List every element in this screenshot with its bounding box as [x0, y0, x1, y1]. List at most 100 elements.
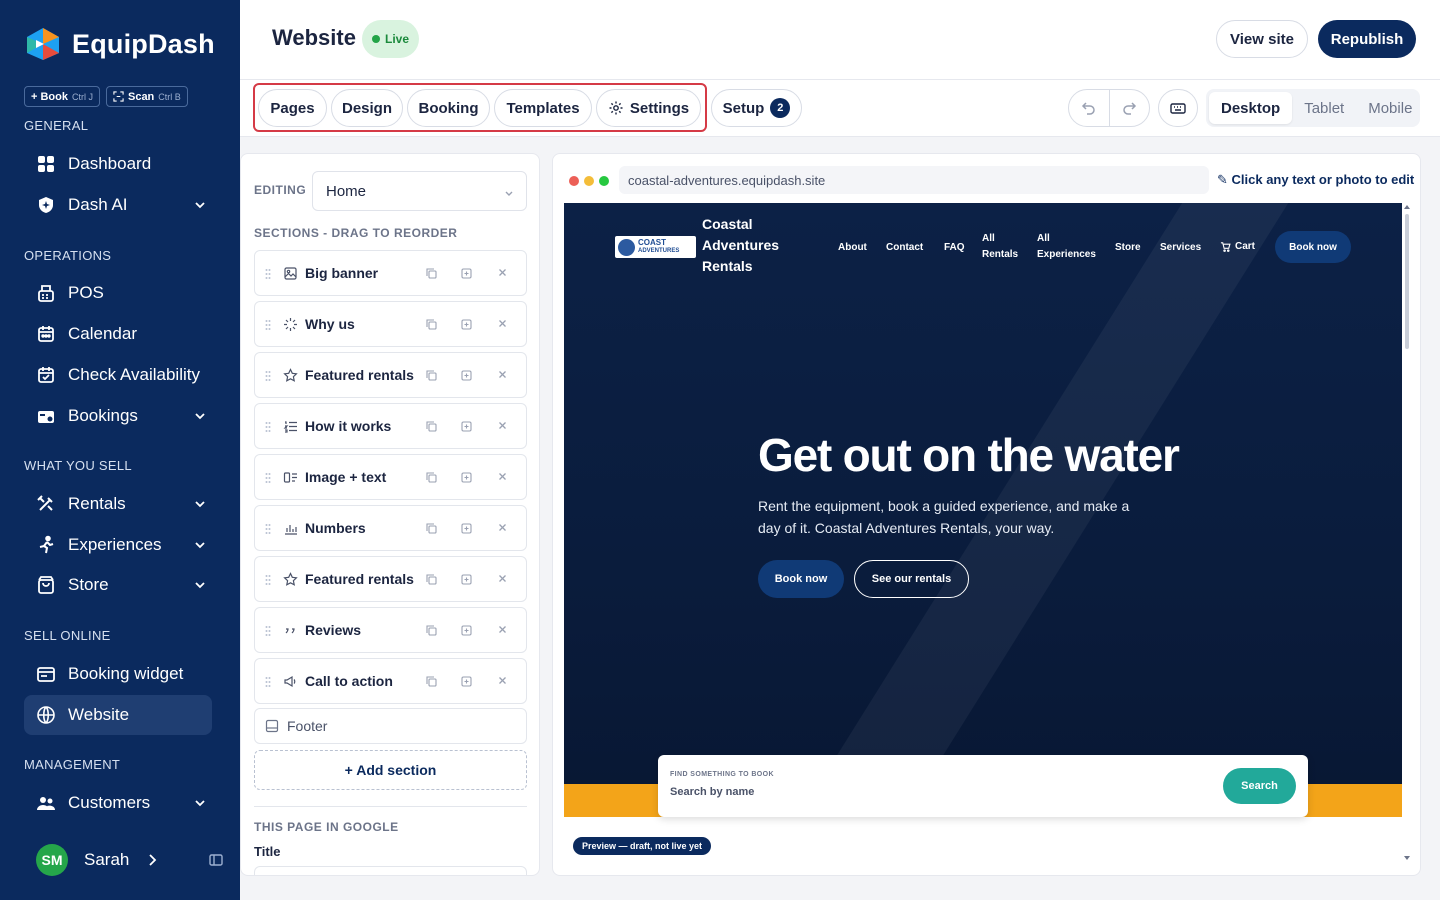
tab-setup[interactable]: Setup 2 — [711, 89, 802, 127]
sidebar-item-check-availability[interactable]: Check Availability — [24, 355, 212, 395]
hero-see-rentals-button[interactable]: See our rentals — [854, 560, 969, 598]
settings-square-icon[interactable] — [460, 624, 473, 637]
section-card[interactable]: Why us — [254, 301, 527, 347]
site-nav-cart[interactable]: Cart — [1220, 241, 1255, 252]
sidebar-item-customers[interactable]: Customers — [24, 783, 212, 823]
section-card[interactable]: Image + text — [254, 454, 527, 500]
site-logo[interactable]: COAST ADVENTURES — [615, 236, 696, 258]
preview-scrollbar[interactable] — [1404, 204, 1411, 864]
settings-square-icon[interactable] — [460, 522, 473, 535]
sidebar-collapse-icon[interactable] — [208, 852, 224, 868]
close-icon[interactable] — [496, 317, 509, 330]
duplicate-icon[interactable] — [425, 573, 438, 586]
duplicate-icon[interactable] — [425, 522, 438, 535]
duplicate-icon[interactable] — [425, 675, 438, 688]
section-card[interactable]: Reviews — [254, 607, 527, 653]
settings-square-icon[interactable] — [460, 369, 473, 382]
scroll-down-icon[interactable] — [1404, 855, 1410, 861]
close-icon[interactable] — [496, 623, 509, 636]
drag-handle-icon[interactable] — [265, 268, 271, 280]
quick-scan-button[interactable]: Scan Ctrl B — [105, 86, 188, 107]
tab-templates[interactable]: Templates — [494, 89, 592, 127]
sidebar-item-website[interactable]: Website — [24, 695, 212, 735]
duplicate-icon[interactable] — [425, 369, 438, 382]
device-desktop[interactable]: Desktop — [1209, 92, 1293, 124]
scroll-up-icon[interactable] — [1404, 204, 1410, 210]
brand[interactable]: EquipDash — [24, 26, 215, 62]
site-nav-services[interactable]: Services — [1160, 203, 1201, 291]
republish-button[interactable]: Republish — [1318, 20, 1416, 58]
page-select[interactable]: Home — [312, 171, 527, 211]
tab-settings[interactable]: Settings — [596, 89, 701, 127]
site-name[interactable]: Coastal Adventures Rentals — [702, 214, 802, 277]
device-mobile[interactable]: Mobile — [1356, 92, 1424, 124]
drag-handle-icon[interactable] — [265, 319, 271, 331]
site-nav-about[interactable]: About — [838, 203, 867, 291]
duplicate-icon[interactable] — [425, 624, 438, 637]
hero-subtitle[interactable]: Rent the equipment, book a guided experi… — [758, 495, 1146, 539]
hero-book-now-button[interactable]: Book now — [758, 560, 844, 598]
site-preview[interactable]: COAST ADVENTURES Coastal Adventures Rent… — [564, 203, 1402, 863]
site-nav-contact[interactable]: Contact — [886, 203, 923, 291]
duplicate-icon[interactable] — [425, 471, 438, 484]
footer-section[interactable]: Footer — [254, 708, 527, 744]
settings-square-icon[interactable] — [460, 318, 473, 331]
tab-design[interactable]: Design — [331, 89, 403, 127]
close-icon[interactable] — [496, 572, 509, 585]
user-menu[interactable]: SM Sarah — [36, 844, 226, 876]
close-icon[interactable] — [496, 266, 509, 279]
sidebar-item-calendar[interactable]: Calendar — [24, 314, 212, 354]
close-icon[interactable] — [496, 470, 509, 483]
drag-handle-icon[interactable] — [265, 523, 271, 535]
drag-handle-icon[interactable] — [265, 370, 271, 382]
quick-book-button[interactable]: + Book Ctrl J — [24, 86, 100, 107]
keyboard-shortcuts-button[interactable] — [1158, 89, 1198, 127]
site-nav-store[interactable]: Store — [1115, 203, 1141, 291]
drag-handle-icon[interactable] — [265, 676, 271, 688]
sidebar-item-dashboard[interactable]: Dashboard — [24, 144, 212, 184]
drag-handle-icon[interactable] — [265, 472, 271, 484]
site-search-input[interactable]: Search by name — [670, 786, 754, 798]
seo-title-input[interactable] — [254, 866, 527, 875]
duplicate-icon[interactable] — [425, 318, 438, 331]
section-card[interactable]: Featured rentals — [254, 352, 527, 398]
sidebar-item-booking-widget[interactable]: Booking widget — [24, 654, 212, 694]
site-search-button[interactable]: Search — [1223, 768, 1296, 804]
tab-pages[interactable]: Pages — [258, 89, 327, 127]
sidebar-item-rentals[interactable]: Rentals — [24, 484, 212, 524]
view-site-button[interactable]: View site — [1216, 20, 1308, 58]
section-card[interactable]: Featured rentals — [254, 556, 527, 602]
duplicate-icon[interactable] — [425, 420, 438, 433]
section-card[interactable]: Call to action — [254, 658, 527, 704]
settings-square-icon[interactable] — [460, 573, 473, 586]
site-nav-faq[interactable]: FAQ — [944, 203, 965, 291]
close-icon[interactable] — [496, 419, 509, 432]
site-nav-all-rentals[interactable]: All Rentals — [982, 203, 1022, 291]
site-book-now-button[interactable]: Book now — [1275, 231, 1351, 263]
drag-handle-icon[interactable] — [265, 574, 271, 586]
tab-booking[interactable]: Booking — [407, 89, 490, 127]
section-card[interactable]: Numbers — [254, 505, 527, 551]
sidebar-item-dash-ai[interactable]: Dash AI — [24, 185, 212, 225]
settings-square-icon[interactable] — [460, 675, 473, 688]
section-card[interactable]: How it works — [254, 403, 527, 449]
settings-square-icon[interactable] — [460, 471, 473, 484]
section-card[interactable]: Big banner — [254, 250, 527, 296]
site-nav-all-experiences[interactable]: All Experiences — [1037, 203, 1102, 291]
hero-title[interactable]: Get out on the water — [758, 428, 1180, 482]
sidebar-item-experiences[interactable]: Experiences — [24, 525, 212, 565]
sidebar-item-bookings[interactable]: Bookings — [24, 396, 212, 436]
device-tablet[interactable]: Tablet — [1292, 92, 1356, 124]
undo-button[interactable] — [1069, 90, 1109, 126]
sidebar-item-pos[interactable]: POS — [24, 273, 212, 313]
settings-square-icon[interactable] — [460, 420, 473, 433]
close-icon[interactable] — [496, 368, 509, 381]
drag-handle-icon[interactable] — [265, 421, 271, 433]
settings-square-icon[interactable] — [460, 267, 473, 280]
redo-button[interactable] — [1108, 90, 1149, 126]
hero-section[interactable]: COAST ADVENTURES Coastal Adventures Rent… — [564, 203, 1402, 817]
add-section-button[interactable]: + Add section — [254, 750, 527, 790]
close-icon[interactable] — [496, 521, 509, 534]
close-icon[interactable] — [496, 674, 509, 687]
sidebar-item-store[interactable]: Store — [24, 565, 212, 605]
